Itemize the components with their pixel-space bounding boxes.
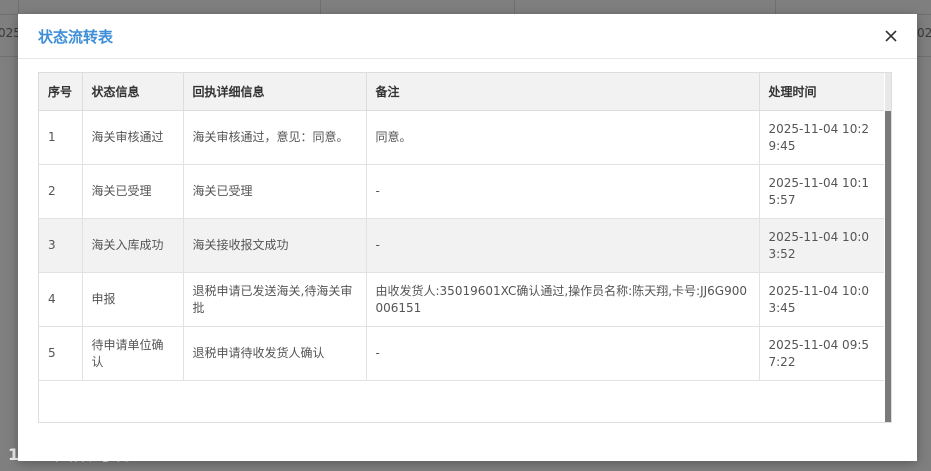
- table-header-row: 序号 状态信息 回执详细信息 备注 处理时间: [39, 73, 884, 111]
- background-divider: [320, 0, 321, 14]
- cell-time: 2025-11-04 10:29:45: [759, 110, 884, 165]
- cell-index: 3: [39, 218, 83, 273]
- scrollbar-track: [885, 73, 891, 111]
- cell-status: 申报: [82, 272, 184, 327]
- background-divider: [18, 0, 19, 14]
- cell-detail: 退税申请已发送海关,待海关审批: [183, 272, 367, 327]
- cell-time: 2025-11-04 10:15:57: [759, 164, 884, 219]
- cell-remark: 同意。: [366, 110, 760, 165]
- status-table-container: 序号 状态信息 回执详细信息 备注 处理时间 1 海关审核通过 海关审核通过，意…: [38, 72, 892, 423]
- cell-status: 待申请单位确认: [82, 326, 184, 381]
- dialog-title: 状态流转表: [38, 28, 114, 46]
- table-row: 3 海关入库成功 海关接收报文成功 - 2025-11-04 10:03:52: [39, 218, 884, 273]
- close-button[interactable]: [879, 24, 903, 48]
- cell-remark: -: [366, 326, 760, 381]
- vertical-scrollbar[interactable]: [885, 111, 891, 422]
- cell-index: 5: [39, 326, 83, 381]
- background-divider: [775, 0, 776, 14]
- column-header-status: 状态信息: [82, 73, 184, 111]
- cell-time: 2025-11-04 10:03:52: [759, 218, 884, 273]
- cell-detail: 海关审核通过，意见：同意。: [183, 110, 367, 165]
- cell-status: 海关审核通过: [82, 110, 184, 165]
- table-row: 1 海关审核通过 海关审核通过，意见：同意。 同意。 2025-11-04 10…: [39, 110, 884, 165]
- background-divider: [514, 0, 515, 14]
- cell-time: 2025-11-04 10:03:45: [759, 272, 884, 327]
- cell-index: 1: [39, 110, 83, 165]
- cell-detail: 海关已受理: [183, 164, 367, 219]
- cell-index: 2: [39, 164, 83, 219]
- column-header-time: 处理时间: [759, 73, 884, 111]
- cell-status: 海关已受理: [82, 164, 184, 219]
- cell-remark: -: [366, 218, 760, 273]
- cell-detail: 退税申请待收发货人确认: [183, 326, 367, 381]
- dialog-header: 状态流转表: [18, 14, 917, 59]
- background-cell-text: 02: [917, 26, 931, 40]
- table-row: 5 待申请单位确认 退税申请待收发货人确认 - 2025-11-04 09:57…: [39, 326, 884, 381]
- table-row: 2 海关已受理 海关已受理 - 2025-11-04 10:15:57: [39, 164, 884, 219]
- cell-remark: 由收发货人:35019601XC确认通过,操作员名称:陈天翔,卡号:JJ6G90…: [366, 272, 760, 327]
- cell-time: 2025-11-04 09:57:22: [759, 326, 884, 381]
- cell-remark: -: [366, 164, 760, 219]
- cell-index: 4: [39, 272, 83, 327]
- column-header-index: 序号: [39, 73, 83, 111]
- column-header-detail: 回执详细信息: [183, 73, 367, 111]
- table-row: 4 申报 退税申请已发送海关,待海关审批 由收发货人:35019601XC确认通…: [39, 272, 884, 327]
- close-icon: [885, 30, 897, 42]
- cell-detail: 海关接收报文成功: [183, 218, 367, 273]
- column-header-remark: 备注: [366, 73, 760, 111]
- cell-status: 海关入库成功: [82, 218, 184, 273]
- status-table: 序号 状态信息 回执详细信息 备注 处理时间 1 海关审核通过 海关审核通过，意…: [39, 73, 884, 381]
- status-flow-dialog: 状态流转表 序号 状态信息 回执详细信息 备注 处理时间 1 海关审核通过 海关…: [18, 14, 917, 461]
